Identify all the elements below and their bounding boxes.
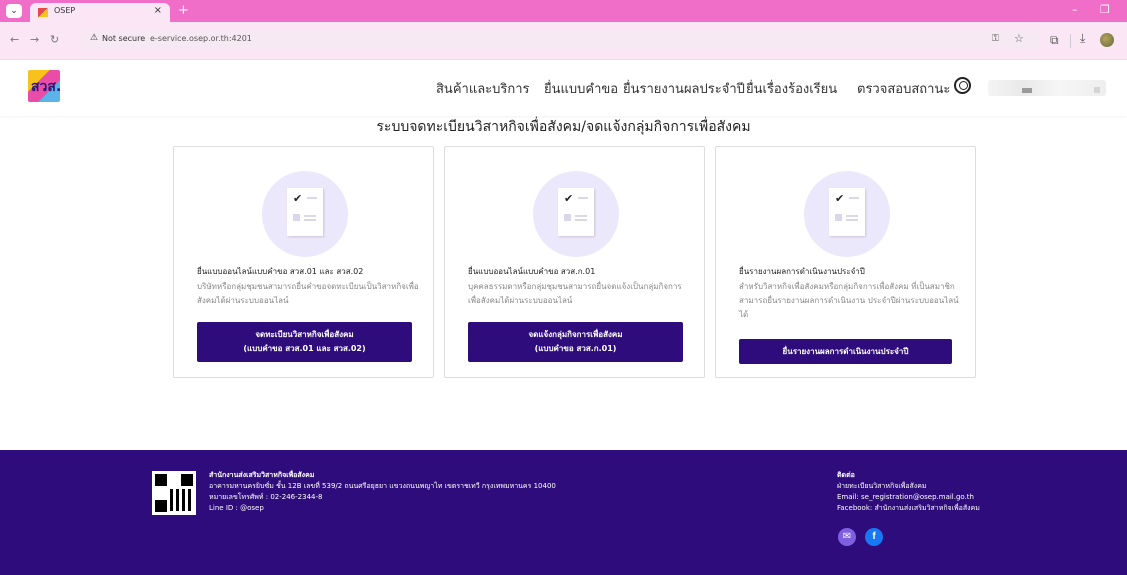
- nav-complaint[interactable]: ยื่นเรื่องร้องเรียน: [746, 78, 837, 99]
- footer-phone: หมายเลขโทรศัพท์ : 02-246-2344-8: [209, 493, 323, 501]
- footer-address: อาคารมหานครยิบซั่ม ชั้น 12B เลขที่ 539/2…: [209, 482, 556, 490]
- profile-avatar-icon[interactable]: [1100, 33, 1114, 47]
- download-icon[interactable]: ⤓: [1080, 31, 1085, 46]
- footer-contact-email[interactable]: Email: se_registration@osep.mail.go.th: [837, 492, 974, 502]
- submit-annual-report-button[interactable]: ยื่นรายงานผลการดำเนินงานประจำปี: [739, 339, 952, 364]
- site-header: สวส. สินค้าและบริการ ยื่นแบบคำขอ ยื่นราย…: [0, 60, 1127, 116]
- tab-close-icon[interactable]: ×: [154, 5, 162, 16]
- register-social-enterprise-button[interactable]: จดทะเบียนวิสาหกิจเพื่อสังคม (แบบคำขอ สวส…: [197, 322, 412, 362]
- tab-title: OSEP: [54, 6, 76, 15]
- button-label: จดแจ้งกลุ่มกิจการเพื่อสังคม: [528, 330, 623, 339]
- not-secure-label[interactable]: Not secure: [102, 34, 145, 43]
- footer-contact-dept: ฝ่ายทะเบียนวิสาหกิจเพื่อสังคม: [837, 482, 927, 490]
- card-description: บริษัทหรือกลุ่มชุมชนสามารถยื่นคำขอจดทะเบ…: [197, 282, 419, 305]
- browser-tab[interactable]: OSEP ×: [30, 3, 170, 22]
- service-card-group-notification: ✔ ยื่นแบบออนไลน์แบบคำขอ สวส.ก.01 บุคคลธร…: [444, 146, 705, 378]
- minimize-icon[interactable]: –: [1072, 3, 1078, 16]
- reload-icon[interactable]: ↻: [50, 33, 59, 46]
- document-icon: ✔: [533, 171, 619, 257]
- line-qr-code: [152, 471, 196, 515]
- button-label: จดทะเบียนวิสาหกิจเพื่อสังคม: [255, 330, 354, 339]
- bookmark-star-icon[interactable]: ☆: [1014, 32, 1024, 45]
- restore-icon[interactable]: ❐: [1100, 3, 1110, 16]
- back-icon[interactable]: ←: [10, 33, 19, 46]
- address-bar[interactable]: ⚠ Not secure e-service.osep.or.th:4201 ⚿…: [80, 30, 1040, 50]
- osep-favicon-icon: [38, 8, 48, 17]
- browser-toolbar: ← → ↻ ⚠ Not secure e-service.osep.or.th:…: [0, 22, 1127, 60]
- footer-contact-facebook[interactable]: Facebook: สำนักงานส่งเสริมวิสาหกิจเพื่อส…: [837, 503, 980, 513]
- browser-tabbar: ⌄ OSEP × + – ❐: [0, 0, 1127, 22]
- password-key-icon[interactable]: ⚿: [992, 34, 999, 44]
- document-icon: ✔: [262, 171, 348, 257]
- toolbar-divider: [1070, 34, 1071, 48]
- nav-submit-request[interactable]: ยื่นแบบคำขอ: [544, 78, 618, 99]
- redacted-mark: [1094, 87, 1100, 93]
- notify-social-group-button[interactable]: จดแจ้งกลุ่มกิจการเพื่อสังคม (แบบคำขอ สวส…: [468, 322, 683, 362]
- warning-icon[interactable]: ⚠: [90, 33, 98, 43]
- card-title: ยื่นแบบออนไลน์แบบคำขอ สวส.01 และ สวส.02: [197, 267, 364, 276]
- redacted-username[interactable]: [988, 80, 1106, 96]
- url-text[interactable]: e-service.osep.or.th:4201: [150, 34, 252, 43]
- site-footer: สำนักงานส่งเสริมวิสาหกิจเพื่อสังคม อาคาร…: [0, 450, 1127, 575]
- tab-search-icon[interactable]: ⌄: [6, 4, 22, 18]
- service-card-annual-report: ✔ ยื่นรายงานผลการดำเนินงานประจำปี สำหรับ…: [715, 146, 976, 378]
- service-card-registration: ✔ ยื่นแบบออนไลน์แบบคำขอ สวส.01 และ สวส.0…: [173, 146, 434, 378]
- logo-text[interactable]: สวส.: [31, 76, 61, 98]
- footer-line-id: Line ID : @osep: [209, 504, 264, 512]
- card-title: ยื่นรายงานผลการดำเนินงานประจำปี: [739, 267, 865, 276]
- redacted-mark: [1022, 88, 1032, 93]
- email-icon[interactable]: ✉: [838, 528, 856, 546]
- forward-icon[interactable]: →: [30, 33, 39, 46]
- button-sublabel: (แบบคำขอ สวส.ก.01): [534, 344, 617, 353]
- card-description: บุคคลธรรมดาหรือกลุ่มชุมชนสามารถยื่นจดแจ้…: [468, 282, 682, 305]
- card-title: ยื่นแบบออนไลน์แบบคำขอ สวส.ก.01: [468, 267, 596, 276]
- user-account-icon[interactable]: [954, 77, 971, 94]
- nav-annual-report[interactable]: ยื่นรายงานผลประจำปี: [623, 78, 745, 99]
- button-label: ยื่นรายงานผลการดำเนินงานประจำปี: [782, 346, 909, 356]
- footer-org-name: สำนักงานส่งเสริมวิสาหกิจเพื่อสังคม: [209, 471, 315, 479]
- nav-products-services[interactable]: สินค้าและบริการ: [436, 78, 530, 99]
- card-description: สำหรับวิสาหกิจเพื่อสังคมหรือกลุ่มกิจการเ…: [739, 282, 959, 319]
- facebook-icon[interactable]: f: [865, 528, 883, 546]
- footer-contact-title: ติดต่อ: [837, 471, 855, 479]
- page-title: ระบบจดทะเบียนวิสาหกิจเพื่อสังคม/จดแจ้งกล…: [376, 119, 751, 135]
- document-icon: ✔: [804, 171, 890, 257]
- extensions-icon[interactable]: ⧉: [1050, 33, 1059, 48]
- new-tab-button[interactable]: +: [178, 3, 189, 18]
- button-sublabel: (แบบคำขอ สวส.01 และ สวส.02): [243, 344, 366, 353]
- nav-check-status[interactable]: ตรวจสอบสถานะ: [857, 78, 950, 99]
